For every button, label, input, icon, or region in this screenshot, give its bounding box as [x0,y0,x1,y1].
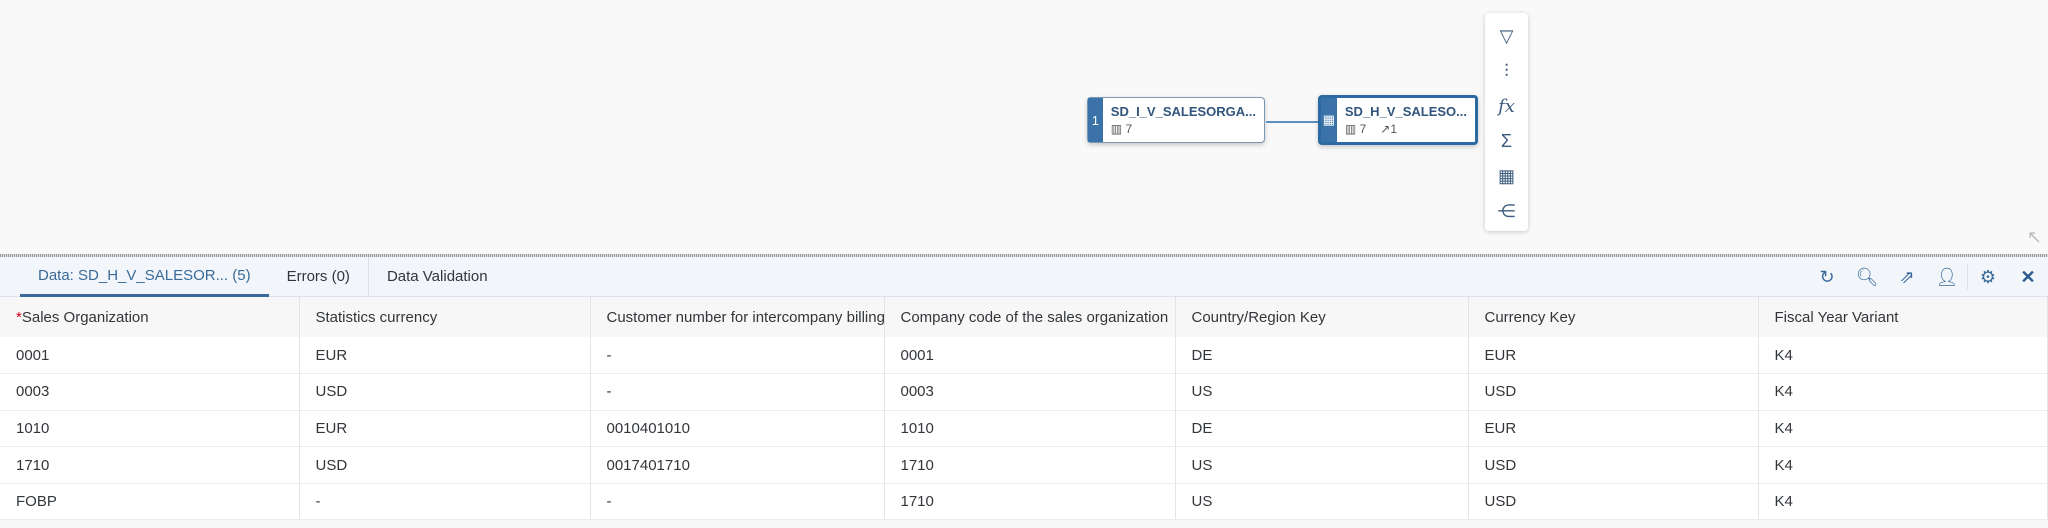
node-name: SD_I_V_SALESORGA... [1110,104,1256,119]
table-icon[interactable]: ▦ [1485,159,1528,194]
node-link [1266,121,1318,123]
hierarchy-icon[interactable]: ⋲ [1485,194,1528,229]
preview-icon[interactable]: 🔍︎ [1847,267,1887,288]
table-cell: 0003 [884,373,1176,411]
column-label: Currency Key [1484,308,1576,326]
table-cell: 0010401010 [590,410,885,448]
table-row[interactable]: 1710 USD 0017401710 1710 US USD K4 [0,446,2048,484]
table-cell: K4 [1758,483,2048,521]
table-cell: 0017401710 [590,446,885,484]
table-cell: USD [299,446,591,484]
node-toolbar: ▽ ⫶ fx Σ ▦ ⋲ [1485,13,1528,231]
table-cell: EUR [1468,337,1759,375]
table-cell: USD [1468,483,1759,521]
table-cell: FOBP [0,483,300,521]
table-cell: EUR [299,410,591,448]
table-cell: 1710 [0,446,300,484]
table-cell: - [299,483,591,521]
columns-count: ▥ 7 [1110,122,1133,136]
column-header[interactable]: Customer number for intercompany billing [590,297,885,337]
table-cell: 0001 [884,337,1176,375]
table-cell: 1710 [884,446,1176,484]
column-label: Sales Organization [21,308,149,326]
export-icon[interactable]: ⇗ [1887,267,1927,288]
table-row[interactable]: 1010 EUR 0010401010 1010 DE EUR K4 [0,410,2048,448]
table-cell: EUR [299,337,591,375]
sum-icon[interactable]: Σ [1485,124,1528,159]
joins-count: ↗1 [1380,122,1397,136]
table-cell: K4 [1758,410,2048,448]
node-index: 1 [1088,98,1103,142]
table-icon: ▦ [1321,98,1337,142]
column-label: Customer number for intercompany billing [606,308,884,326]
column-header[interactable]: Fiscal Year Variant [1758,297,2048,337]
close-icon[interactable]: ✕ [2008,267,2048,288]
tab-data[interactable]: Data: SD_H_V_SALESOR... (5) [20,257,269,297]
table-cell: 1010 [0,410,300,448]
table-cell: - [590,337,885,375]
adjust-icon[interactable]: ⫶ [1485,54,1528,89]
settings-icon[interactable]: ⚙ [1968,267,2008,288]
column-header[interactable]: Country/Region Key [1175,297,1469,337]
table-cell: - [590,483,885,521]
table-row[interactable]: 0003 USD -0003 US USD K4 [0,373,2048,411]
table-row[interactable]: FOBP - -1710 US USD K4 [0,483,2048,521]
table-cell: 0003 [0,373,300,411]
formula-icon[interactable]: fx [1485,89,1528,124]
column-label: Company code of the sales organization [900,308,1169,326]
tab-bar: Data: SD_H_V_SALESOR... (5) Errors (0) D… [0,256,2048,297]
column-header[interactable]: Company code of the sales organization [884,297,1176,337]
table-cell: 0001 [0,337,300,375]
table-cell: US [1175,373,1469,411]
table-row[interactable]: 0001 EUR -0001 DE EUR K4 [0,337,2048,375]
column-label: Country/Region Key [1191,308,1326,326]
table-cell: USD [1468,446,1759,484]
collapse-arrow-icon[interactable]: ↖ [2027,227,2042,248]
table-cell: USD [299,373,591,411]
table-cell: EUR [1468,410,1759,448]
column-label: Statistics currency [315,308,438,326]
columns-count: ▥ 7 [1344,122,1367,136]
refresh-icon[interactable]: ↻ [1807,267,1847,288]
node-name: SD_H_V_SALESO... [1344,104,1467,119]
table-cell: K4 [1758,446,2048,484]
target-node[interactable]: ▦ SD_H_V_SALESO... ▥ 7 ↗1 [1318,95,1478,145]
column-header[interactable]: Statistics currency [299,297,591,337]
source-node[interactable]: 1 SD_I_V_SALESORGA... ▥ 7 [1087,97,1265,143]
column-header[interactable]: *Sales Organization [0,297,300,337]
table-cell: US [1175,483,1469,521]
table-cell: K4 [1758,373,2048,411]
table-cell: USD [1468,373,1759,411]
table-cell: 1010 [884,410,1176,448]
table-cell: DE [1175,410,1469,448]
table-cell: DE [1175,337,1469,375]
user-lock-icon[interactable]: 👤︎ [1927,267,1967,288]
column-label: Fiscal Year Variant [1774,308,1899,326]
tab-errors[interactable]: Errors (0) [269,257,368,297]
table-cell: US [1175,446,1469,484]
graph-canvas[interactable]: 1 SD_I_V_SALESORGA... ▥ 7 ▦ SD_H_V_SALES… [0,0,2048,254]
tab-data-validation[interactable]: Data Validation [369,257,506,297]
table-cell: - [590,373,885,411]
data-table: *Sales Organization Statistics currency Cu… [0,297,2048,521]
table-cell: K4 [1758,337,2048,375]
filter-icon[interactable]: ▽ [1485,19,1528,54]
column-header[interactable]: Currency Key [1468,297,1759,337]
table-cell: 1710 [884,483,1176,521]
